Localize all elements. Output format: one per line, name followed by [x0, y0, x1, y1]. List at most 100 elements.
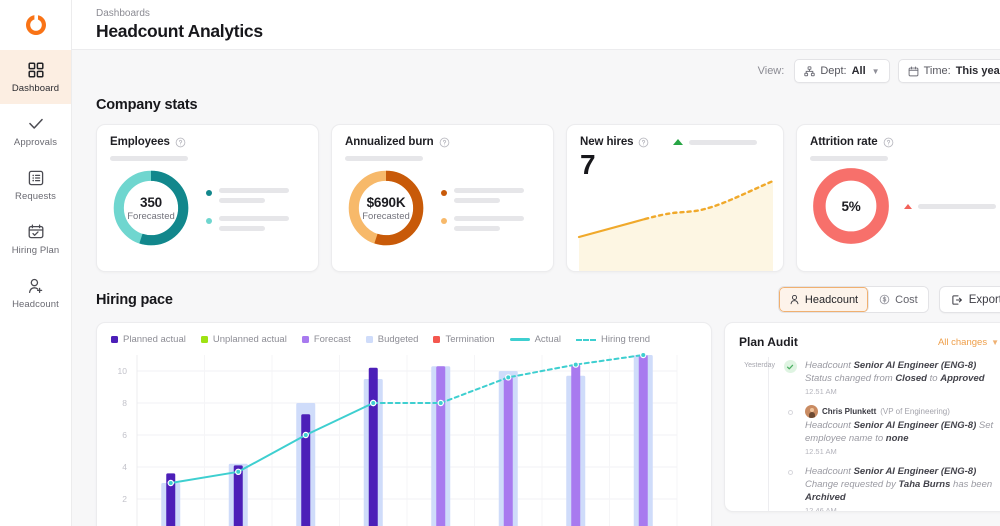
- audit-entry[interactable]: Headcount Senior AI Engineer (ENG-8) Cha…: [739, 465, 999, 512]
- donut-center: $690K Forecasted: [345, 167, 427, 249]
- legend-item-unplanned-actual[interactable]: Unplanned actual: [200, 334, 287, 345]
- audit-entry-body: Headcount Senior AI Engineer (ENG-8) Cha…: [805, 465, 999, 512]
- help-icon[interactable]: [439, 137, 450, 148]
- legend-label: Termination: [445, 334, 495, 345]
- audit-text-part: Senior AI Engineer (ENG-8): [853, 466, 977, 477]
- section-title: Hiring pace: [96, 291, 173, 308]
- dept-filter-label: Dept:: [820, 65, 847, 77]
- audit-text-part: Headcount: [805, 466, 854, 477]
- legend-row: [206, 187, 305, 203]
- donut-sublabel: Forecasted: [127, 210, 175, 222]
- help-icon[interactable]: [175, 137, 186, 148]
- user-add-icon: [27, 277, 45, 295]
- legend-label: Actual: [534, 334, 561, 345]
- svg-text:6: 6: [122, 430, 127, 440]
- hiring-pace-plot: 2 4 6 8 10: [97, 349, 711, 526]
- export-label: Export: [968, 293, 1000, 306]
- check-icon: [27, 115, 45, 133]
- audit-entry-body: Chris Plunkett (VP of Engineering) Headc…: [805, 405, 999, 456]
- legend-swatch: [200, 336, 208, 343]
- sidebar-item-hiring-plan[interactable]: Hiring Plan: [0, 212, 71, 266]
- sidebar-item-approvals[interactable]: Approvals: [0, 104, 71, 158]
- legend-item-forecast[interactable]: Forecast: [301, 334, 351, 345]
- svg-text:8: 8: [122, 398, 127, 408]
- legend-item-hiring-trend[interactable]: Hiring trend: [575, 334, 651, 345]
- chart-legend: Planned actual Unplanned actual Forecast: [97, 323, 711, 349]
- audit-text-part: Senior AI Engineer (ENG-8): [853, 420, 977, 431]
- skeleton-lines: [219, 215, 305, 231]
- tab-cost[interactable]: Cost: [869, 287, 928, 312]
- legend-item-budgeted[interactable]: Budgeted: [365, 334, 419, 345]
- person-icon: [790, 294, 799, 305]
- app-logo[interactable]: [0, 0, 71, 50]
- chevron-down-icon: ▼: [991, 337, 999, 347]
- audit-entry-time: 12.51 AM: [805, 387, 837, 396]
- donut-chart-employees: 350 Forecasted: [110, 167, 192, 249]
- legend-label: Budgeted: [377, 334, 419, 345]
- legend-row: [206, 215, 305, 231]
- sparkline-svg: [577, 179, 775, 271]
- sidebar-item-label: Hiring Plan: [11, 244, 60, 256]
- sidebar-item-headcount[interactable]: Headcount: [0, 266, 71, 320]
- company-stats-header: Company stats: [96, 92, 1000, 124]
- skeleton-lines: [219, 187, 305, 203]
- legend-swatch: [111, 336, 118, 343]
- stat-card-new-hires[interactable]: New hires 7: [566, 124, 784, 272]
- skeleton-line: [454, 215, 524, 221]
- dept-filter-button[interactable]: Dept: All ▼: [794, 59, 890, 83]
- audit-text-part: Headcount: [805, 360, 854, 371]
- card-body: $690K Forecasted: [332, 161, 553, 249]
- audit-entry-time: 12.46 AM: [805, 506, 837, 512]
- audit-text-part: to: [927, 373, 941, 384]
- trend-indicator: [673, 139, 770, 145]
- skeleton-line: [918, 203, 996, 209]
- stat-card-employees[interactable]: Employees 350 Forecasted: [96, 124, 319, 272]
- audit-entry[interactable]: Chris Plunkett (VP of Engineering) Headc…: [739, 405, 999, 465]
- stat-card-attrition-rate[interactable]: Attrition rate 5%: [796, 124, 1000, 272]
- legend-row: [441, 215, 540, 231]
- stat-value: 7: [580, 149, 596, 180]
- card-header: Annualized burn: [332, 125, 553, 148]
- stat-card-annualized-burn[interactable]: Annualized burn $690K Forecasted: [331, 124, 554, 272]
- tab-headcount-label: Headcount: [804, 293, 859, 306]
- audit-text-part: Taha Burns: [898, 479, 951, 490]
- sidebar-item-label: Requests: [15, 190, 56, 202]
- card-legend-skeleton: [441, 186, 540, 231]
- tab-cost-label: Cost: [895, 293, 918, 306]
- sidebar-item-requests[interactable]: Requests: [0, 158, 71, 212]
- page-header: Dashboards Headcount Analytics: [72, 0, 1000, 50]
- hiring-pace-body: Planned actual Unplanned actual Forecast: [96, 322, 1000, 526]
- card-title: New hires: [580, 136, 634, 148]
- sidebar-item-dashboard[interactable]: Dashboard: [0, 50, 71, 104]
- skeleton-line: [219, 187, 289, 193]
- time-filter-label: Time:: [923, 65, 951, 77]
- audit-entry-day: Yesterday: [744, 362, 775, 369]
- audit-text-part: Archived: [805, 492, 846, 503]
- time-filter-button[interactable]: Time: This year: [897, 59, 1000, 83]
- export-button[interactable]: Export: [938, 286, 1000, 313]
- bar-chart-svg: 2 4 6 8 10: [118, 351, 678, 526]
- legend-item-actual[interactable]: Actual: [509, 334, 561, 345]
- plan-audit-panel: Plan Audit All changes ▼ Yesterday Headc…: [724, 322, 1000, 512]
- legend-item-planned-actual[interactable]: Planned actual: [111, 334, 186, 345]
- audit-marker: [783, 465, 797, 511]
- help-icon[interactable]: [638, 137, 649, 148]
- breadcrumb[interactable]: Dashboards: [96, 8, 263, 20]
- audit-entry[interactable]: Yesterday Headcount Senior AI Engineer (…: [739, 359, 999, 405]
- help-icon[interactable]: [883, 137, 894, 148]
- audit-text-part: Headcount: [805, 420, 854, 431]
- tab-headcount[interactable]: Headcount: [778, 287, 870, 312]
- export-icon: [952, 294, 962, 305]
- all-changes-filter[interactable]: All changes ▼: [938, 337, 999, 348]
- plan-audit-list: Yesterday Headcount Senior AI Engineer (…: [725, 355, 1000, 512]
- donut-chart-burn: $690K Forecasted: [345, 167, 427, 249]
- sparkline-new-hires: [567, 179, 783, 271]
- audit-text-part: Closed: [895, 373, 927, 384]
- svg-text:10: 10: [118, 366, 128, 376]
- calendar-check-icon: [27, 223, 45, 241]
- legend-item-termination[interactable]: Termination: [433, 334, 495, 345]
- audit-text-part: Status changed from: [805, 373, 896, 384]
- legend-label: Hiring trend: [600, 334, 651, 345]
- plan-audit-title: Plan Audit: [739, 335, 798, 349]
- card-title: Attrition rate: [810, 136, 878, 148]
